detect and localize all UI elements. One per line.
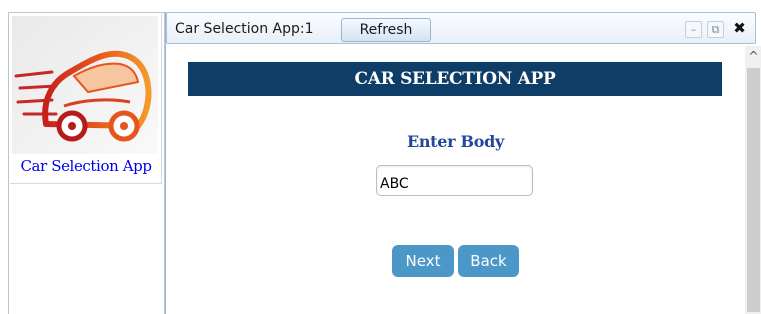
refresh-button[interactable]: Refresh — [341, 18, 431, 42]
scroll-up-icon[interactable]: ^ — [745, 46, 761, 66]
scroll-thumb[interactable] — [747, 68, 760, 312]
app-content: CAR SELECTION APP Enter Body Next Back — [166, 46, 745, 314]
app-window: Car Selection App:1 Refresh – ⧉ ✖ CAR SE… — [165, 12, 761, 314]
car-logo-icon — [12, 16, 158, 154]
car-selection-app-tile[interactable]: Car Selection App — [10, 14, 162, 184]
back-button[interactable]: Back — [458, 245, 519, 277]
page-title: CAR SELECTION APP — [188, 62, 722, 96]
app-tile-label[interactable]: Car Selection App — [10, 157, 162, 175]
next-button[interactable]: Next — [392, 245, 454, 277]
body-field-label: Enter Body — [406, 132, 505, 151]
minimize-icon[interactable]: – — [685, 21, 702, 38]
vertical-scrollbar[interactable]: ^ — [745, 46, 761, 314]
app-launcher-panel: Car Selection App — [8, 12, 165, 314]
body-input[interactable] — [376, 165, 533, 196]
popout-icon[interactable]: ⧉ — [707, 21, 724, 38]
window-titlebar[interactable]: Car Selection App:1 Refresh – ⧉ ✖ — [166, 12, 756, 44]
close-icon[interactable]: ✖ — [731, 21, 748, 38]
window-title: Car Selection App:1 — [175, 21, 314, 37]
